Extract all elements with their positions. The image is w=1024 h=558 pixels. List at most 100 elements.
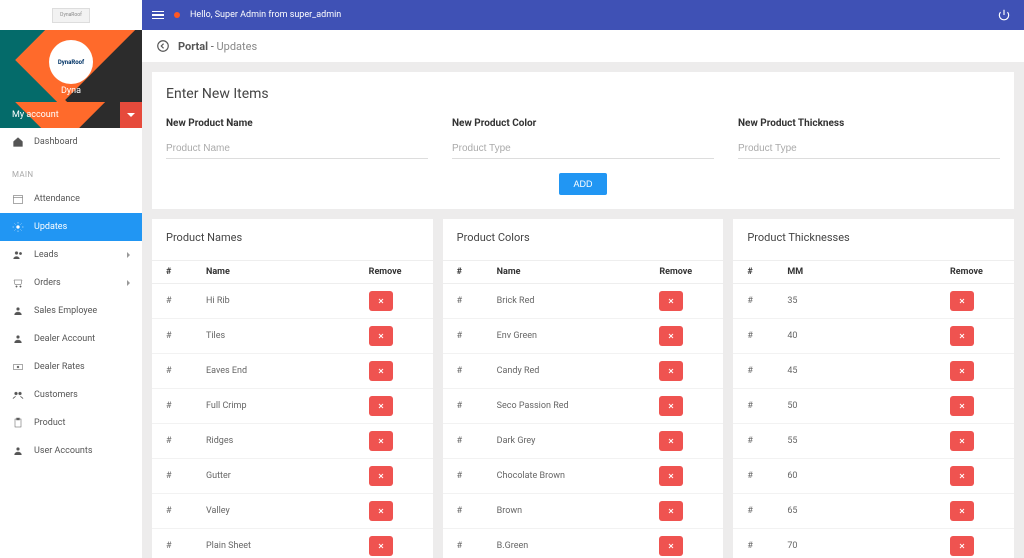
- table-row: #60: [733, 459, 1014, 494]
- cell-name: Plain Sheet: [206, 541, 369, 551]
- remove-button[interactable]: [659, 291, 683, 311]
- remove-button[interactable]: [950, 431, 974, 451]
- table-row: #Gutter: [152, 459, 433, 494]
- cell-name: B.Green: [497, 541, 660, 551]
- sidebar-item-label: Product: [34, 418, 65, 428]
- gear-icon: [12, 221, 24, 233]
- remove-button[interactable]: [950, 501, 974, 521]
- cell-name: Tiles: [206, 331, 369, 341]
- table-row: #Ridges: [152, 424, 433, 459]
- table-row: #45: [733, 354, 1014, 389]
- person-icon: [12, 305, 24, 317]
- remove-button[interactable]: [950, 466, 974, 486]
- remove-button[interactable]: [369, 291, 393, 311]
- brand-logo-box[interactable]: DynaRoof: [0, 0, 142, 30]
- menu-toggle-icon[interactable]: [152, 11, 164, 20]
- sidebar-item-label: User Accounts: [34, 446, 92, 456]
- product-color-input[interactable]: [452, 139, 714, 159]
- person-icon: [12, 333, 24, 345]
- sidebar-item-customers[interactable]: Customers: [0, 381, 142, 409]
- sidebar-item-product[interactable]: Product: [0, 409, 142, 437]
- remove-button[interactable]: [369, 361, 393, 381]
- money-icon: [12, 361, 24, 373]
- add-button[interactable]: ADD: [559, 173, 606, 195]
- chevron-right-icon: [127, 252, 130, 258]
- product-thicknesses-table: Product Thicknesses # MM Remove #35#40#4…: [733, 219, 1014, 558]
- table-row: #Tiles: [152, 319, 433, 354]
- table-row: #Valley: [152, 494, 433, 529]
- remove-button[interactable]: [659, 361, 683, 381]
- logo-circle: DynaRoof: [49, 40, 93, 84]
- group-icon: [12, 389, 24, 401]
- cell-name: Full Crimp: [206, 401, 369, 411]
- table-row: #70: [733, 529, 1014, 558]
- remove-button[interactable]: [950, 291, 974, 311]
- product-color-label: New Product Color: [452, 118, 714, 129]
- sidebar-item-sales-employee[interactable]: Sales Employee: [0, 297, 142, 325]
- cell-name: Dark Grey: [497, 436, 660, 446]
- cell-name: Hi Rib: [206, 296, 369, 306]
- sidebar-item-label: Dealer Account: [34, 334, 95, 344]
- sidebar-item-user-accounts[interactable]: User Accounts: [0, 437, 142, 465]
- remove-button[interactable]: [659, 536, 683, 556]
- sidebar-header: DynaRoof Dyna: [0, 30, 142, 102]
- remove-button[interactable]: [369, 396, 393, 416]
- back-circle-icon[interactable]: [156, 39, 170, 53]
- remove-button[interactable]: [369, 326, 393, 346]
- sidebar-item-dealer-account[interactable]: Dealer Account: [0, 325, 142, 353]
- remove-button[interactable]: [369, 431, 393, 451]
- notification-dot-icon: [174, 12, 180, 18]
- table-title: Product Thicknesses: [733, 219, 1014, 260]
- sidebar-item-leads[interactable]: Leads: [0, 241, 142, 269]
- cell-name: 40: [787, 331, 950, 341]
- sidebar-username: Dyna: [61, 86, 81, 96]
- table-row: #Eaves End: [152, 354, 433, 389]
- product-names-table: Product Names # Name Remove #Hi Rib#Tile…: [152, 219, 433, 558]
- cell-name: Brown: [497, 506, 660, 516]
- cell-name: Valley: [206, 506, 369, 516]
- sidebar-item-label: Dashboard: [34, 137, 78, 147]
- cell-name: Brick Red: [497, 296, 660, 306]
- cart-icon: [12, 277, 24, 289]
- sidebar-item-label: Dealer Rates: [34, 362, 85, 372]
- remove-button[interactable]: [950, 536, 974, 556]
- product-thickness-input[interactable]: [738, 139, 1000, 159]
- my-account-toggle[interactable]: My account: [0, 102, 142, 128]
- remove-button[interactable]: [369, 466, 393, 486]
- form-title: Enter New Items: [166, 86, 1000, 102]
- remove-button[interactable]: [659, 396, 683, 416]
- sidebar-item-updates[interactable]: Updates: [0, 213, 142, 241]
- sidebar-item-dealer-rates[interactable]: Dealer Rates: [0, 353, 142, 381]
- remove-button[interactable]: [659, 431, 683, 451]
- power-icon[interactable]: [997, 8, 1011, 22]
- cell-name: Chocolate Brown: [497, 471, 660, 481]
- remove-button[interactable]: [950, 396, 974, 416]
- sidebar-item-label: Leads: [34, 250, 58, 260]
- product-colors-table: Product Colors # Name Remove #Brick Red#…: [443, 219, 724, 558]
- sidebar-item-orders[interactable]: Orders: [0, 269, 142, 297]
- table-title: Product Colors: [443, 219, 724, 260]
- product-name-input[interactable]: [166, 139, 428, 159]
- remove-button[interactable]: [369, 501, 393, 521]
- product-thickness-label: New Product Thickness: [738, 118, 1000, 129]
- product-name-label: New Product Name: [166, 118, 428, 129]
- remove-button[interactable]: [950, 326, 974, 346]
- table-row: #35: [733, 284, 1014, 319]
- table-row: #Candy Red: [443, 354, 724, 389]
- remove-button[interactable]: [950, 361, 974, 381]
- cell-name: Ridges: [206, 436, 369, 446]
- remove-button[interactable]: [659, 501, 683, 521]
- table-row: #65: [733, 494, 1014, 529]
- table-row: #Hi Rib: [152, 284, 433, 319]
- sidebar-item-attendance[interactable]: Attendance: [0, 185, 142, 213]
- table-title: Product Names: [152, 219, 433, 260]
- remove-button[interactable]: [369, 536, 393, 556]
- remove-button[interactable]: [659, 326, 683, 346]
- cell-name: 70: [787, 541, 950, 551]
- cell-name: 55: [787, 436, 950, 446]
- sidebar-item-label: Customers: [34, 390, 78, 400]
- sidebar-item-dashboard[interactable]: Dashboard: [0, 128, 142, 156]
- calendar-icon: [12, 193, 24, 205]
- remove-button[interactable]: [659, 466, 683, 486]
- sidebar-item-label: Orders: [34, 278, 61, 288]
